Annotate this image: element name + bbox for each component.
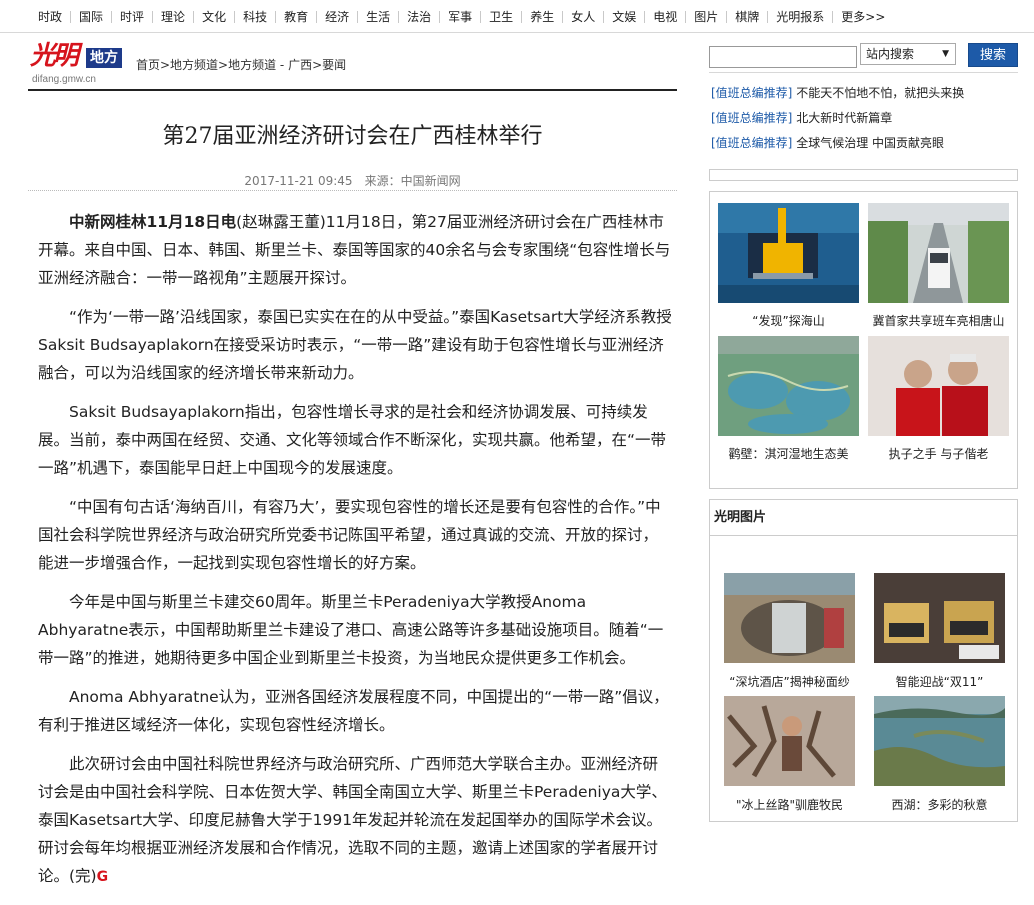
nav-item[interactable]: 军事 bbox=[440, 10, 482, 23]
photo-caption: 执子之手 与子偕老 bbox=[888, 447, 989, 461]
nav-item[interactable]: 电视 bbox=[645, 10, 687, 23]
recommend-item[interactable]: [值班总编推荐] 全球气候治理 中国贡献亮眼 bbox=[711, 131, 1021, 156]
photo-tile[interactable]: “发现”探海山 bbox=[718, 203, 859, 329]
nav-item[interactable]: 生活 bbox=[358, 10, 400, 23]
nav-item[interactable]: 法治 bbox=[399, 10, 441, 23]
article-meta: 2017-11-21 09:45 来源：中国新闻网 bbox=[28, 172, 677, 189]
article-dateline: 中新网桂林11月18日电 bbox=[69, 213, 237, 231]
nav-item[interactable]: 养生 bbox=[522, 10, 564, 23]
photo-tile[interactable]: 智能迎战“双11” bbox=[874, 573, 1005, 690]
gmw-photo-panel: 光明图片 “深坑酒店”揭神秘面纱 智能迎战“双11” "冰上丝路"驯鹿牧民 西湖… bbox=[709, 499, 1018, 822]
photo-tile[interactable]: 鹳壁：淇河湿地生态美 bbox=[718, 336, 859, 462]
nav-item[interactable]: 文化 bbox=[194, 10, 236, 23]
search-input[interactable] bbox=[709, 46, 857, 68]
photo-tile[interactable]: "冰上丝路"驯鹿牧民 bbox=[724, 696, 855, 813]
search-button[interactable]: 搜索 bbox=[968, 43, 1018, 67]
photo-elderly-couple bbox=[868, 336, 1009, 436]
photo-smart-robots bbox=[874, 573, 1005, 663]
photo-panel: “发现”探海山 冀首家共享班车亮相唐山 鹳壁：淇河湿地生态美 执子之手 与子偕老 bbox=[709, 191, 1018, 489]
article-date: 2017-11-21 09:45 bbox=[244, 174, 353, 188]
dropdown-arrow-icon: ▼ bbox=[942, 49, 949, 59]
recommend-item[interactable]: [值班总编推荐] 不能天不怕地不怕，就把头来换 bbox=[711, 81, 1021, 106]
photo-tile[interactable]: “深坑酒店”揭神秘面纱 bbox=[724, 573, 855, 690]
editor-recommend-list: [值班总编推荐] 不能天不怕地不怕，就把头来换 [值班总编推荐] 北大新时代新篇… bbox=[711, 81, 1021, 156]
logo-channel-badge: 地方 bbox=[86, 48, 122, 68]
nav-item[interactable]: 经济 bbox=[317, 10, 359, 23]
search-scope-select[interactable]: 站内搜索 ▼ bbox=[860, 43, 956, 65]
article-paragraph: 中新网桂林11月18日电(赵琳露王董)11月18日，第27届亚洲经济研讨会在广西… bbox=[38, 213, 671, 287]
article-paragraph: Anoma Abhyaratne认为，亚洲各国经济发展程度不同，中国提出的“一带… bbox=[38, 688, 669, 734]
photo-caption: 智能迎战“双11” bbox=[895, 675, 984, 689]
photo-tile[interactable]: 执子之手 与子偕老 bbox=[868, 336, 1009, 462]
article-title: 第27届亚洲经济研讨会在广西桂林举行 bbox=[162, 124, 543, 149]
article-paragraph: “中国有句古话‘海纳百川，有容乃大’，要实现包容性的增长还是要有包容性的合作。”… bbox=[38, 498, 661, 572]
nav-item[interactable]: 科技 bbox=[235, 10, 277, 23]
photo-wetland bbox=[718, 336, 859, 436]
breadcrumb[interactable]: 首页>地方频道>地方频道 - 广西>要闻 bbox=[136, 56, 346, 73]
logo-url: difang.gmw.cn bbox=[32, 74, 96, 85]
photo-west-lake bbox=[874, 696, 1005, 786]
header-divider bbox=[28, 89, 677, 91]
photo-tile[interactable]: 冀首家共享班车亮相唐山 bbox=[868, 203, 1009, 329]
nav-item[interactable]: 女人 bbox=[563, 10, 605, 23]
nav-item[interactable]: 时政 bbox=[30, 10, 72, 23]
meta-divider bbox=[28, 190, 677, 191]
photo-caption: “发现”探海山 bbox=[752, 314, 825, 328]
search-divider bbox=[709, 72, 1018, 73]
photo-caption: 鹳壁：淇河湿地生态美 bbox=[728, 447, 849, 461]
article-paragraph: Saksit Budsayaplakorn指出，包容性增长寻求的是社会和经济协调… bbox=[38, 403, 667, 477]
article-paragraph: 此次研讨会由中国社科院世界经济与政治研究所、广西师范大学联合主办。亚洲经济研讨会… bbox=[38, 755, 667, 885]
photo-caption: “深坑酒店”揭神秘面纱 bbox=[729, 675, 850, 689]
gmw-end-icon: G bbox=[96, 869, 109, 885]
sidebar-panel-stub bbox=[709, 169, 1018, 181]
article-paragraph: “作为‘一带一路’沿线国家，泰国已实实在在的从中受益。”泰国Kasetsart大… bbox=[38, 308, 672, 382]
nav-item[interactable]: 时评 bbox=[112, 10, 154, 23]
nav-item[interactable]: 理论 bbox=[153, 10, 195, 23]
nav-item[interactable]: 卫生 bbox=[481, 10, 523, 23]
photo-pit-hotel bbox=[724, 573, 855, 663]
nav-item[interactable]: 光明报系 bbox=[768, 10, 834, 23]
site-logo[interactable]: 光明 地方 difang.gmw.cn bbox=[30, 40, 130, 90]
top-nav: 时政 国际 时评 理论 文化 科技 教育 经济 生活 法治 军事 卫生 养生 女人 文娱 电视 图片 棋牌 光明报系… bbox=[0, 0, 1034, 33]
photo-tile[interactable]: 西湖：多彩的秋意 bbox=[874, 696, 1005, 813]
photo-caption: 西湖：多彩的秋意 bbox=[891, 798, 988, 812]
photo-reindeer-herder bbox=[724, 696, 855, 786]
article-body: 中新网桂林11月18日电(赵琳露王董)11月18日，第27届亚洲经济研讨会在广西… bbox=[38, 208, 673, 902]
photo-caption: 冀首家共享班车亮相唐山 bbox=[872, 314, 1005, 328]
nav-item[interactable]: 棋牌 bbox=[727, 10, 769, 23]
photo-caption: "冰上丝路"驯鹿牧民 bbox=[735, 798, 844, 812]
recommend-item[interactable]: [值班总编推荐] 北大新时代新篇章 bbox=[711, 106, 1021, 131]
nav-item[interactable]: 文娱 bbox=[604, 10, 646, 23]
nav-item[interactable]: 图片 bbox=[686, 10, 728, 23]
panel-title[interactable]: 光明图片 bbox=[710, 500, 1017, 536]
article-source: 来源：中国新闻网 bbox=[364, 174, 461, 188]
article-paragraph: 今年是中国与斯里兰卡建交60周年。斯里兰卡Peradeniya大学教授Anoma… bbox=[38, 593, 664, 667]
nav-item[interactable]: 更多>> bbox=[833, 11, 893, 23]
logo-mark: 光明 bbox=[30, 41, 79, 71]
top-nav-list: 时政 国际 时评 理论 文化 科技 教育 经济 生活 法治 军事 卫生 养生 女人 文娱 电视 图片 棋牌 光明报系… bbox=[0, 0, 1034, 33]
nav-item[interactable]: 教育 bbox=[276, 10, 318, 23]
photo-shuttle-bus bbox=[868, 203, 1009, 303]
nav-item[interactable]: 国际 bbox=[71, 10, 113, 23]
photo-deep-sea bbox=[718, 203, 859, 303]
